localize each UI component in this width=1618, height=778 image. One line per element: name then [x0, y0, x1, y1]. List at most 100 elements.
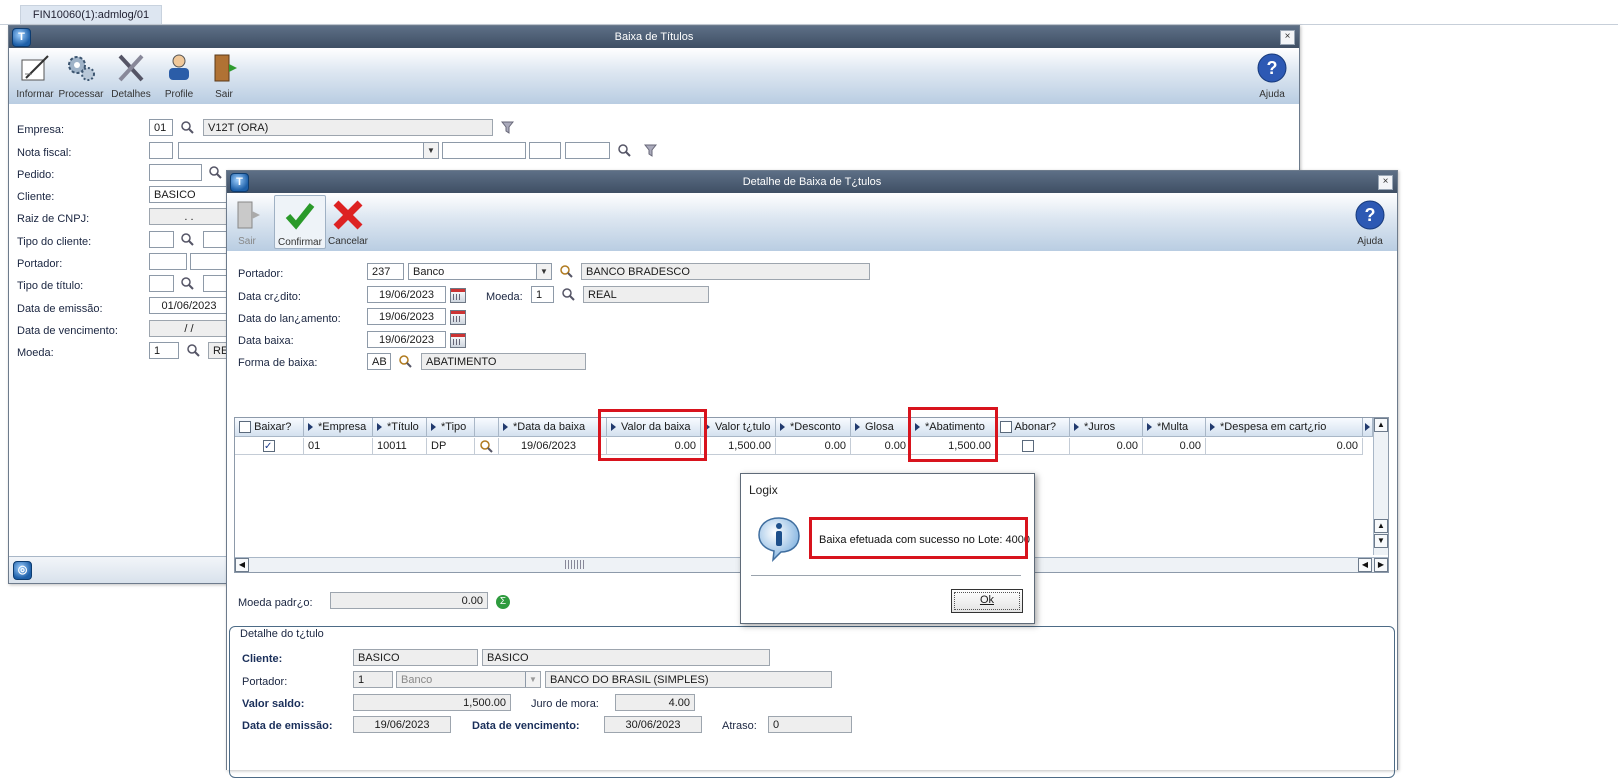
- search-icon[interactable]: [618, 144, 631, 157]
- processar-button[interactable]: Processar: [55, 52, 107, 100]
- portador-code-field[interactable]: [149, 253, 187, 270]
- detail-portador-tipo-combo[interactable]: Banco ▼: [408, 263, 552, 280]
- search-icon[interactable]: [181, 233, 194, 246]
- col-valor-titulo[interactable]: Valor t¿tulo: [701, 418, 776, 437]
- calendar-icon[interactable]: [450, 333, 466, 348]
- nota-fiscal-serie-field[interactable]: [149, 142, 173, 159]
- data-emissao-field[interactable]: 01/06/2023: [149, 297, 229, 314]
- cell-multa[interactable]: 0.00: [1143, 438, 1206, 455]
- search-icon[interactable]: [399, 355, 412, 368]
- ok-button[interactable]: Ok: [951, 589, 1023, 613]
- cell-desconto[interactable]: 0.00: [776, 438, 851, 455]
- cell-tipo[interactable]: DP: [427, 438, 475, 455]
- detail-ajuda-button[interactable]: ? Ajuda: [1344, 199, 1396, 247]
- nota-fiscal-combo[interactable]: ▼: [178, 142, 439, 159]
- tipo-titulo-field[interactable]: [149, 275, 174, 292]
- col-juros[interactable]: *Juros: [1070, 418, 1143, 437]
- col-despesa[interactable]: *Despesa em cart¿rio: [1206, 418, 1363, 437]
- cell-titulo[interactable]: 10011: [373, 438, 427, 455]
- cell-baixar[interactable]: [235, 438, 304, 455]
- portador-tipo-field[interactable]: [190, 253, 229, 270]
- search-icon[interactable]: [560, 265, 573, 278]
- confirmar-button[interactable]: Confirmar: [274, 195, 326, 249]
- scroll-up-icon[interactable]: ▲: [1374, 519, 1388, 533]
- scroll-down-icon[interactable]: ▼: [1374, 534, 1388, 548]
- data-credito-label: Data cr¿dito:: [238, 291, 301, 303]
- cell-despesa[interactable]: 0.00: [1206, 438, 1363, 455]
- close-icon[interactable]: ×: [1280, 30, 1295, 45]
- sum-icon[interactable]: Σ: [496, 595, 510, 609]
- calendar-icon[interactable]: [450, 310, 466, 325]
- detalhes-label: Detalhes: [111, 89, 151, 100]
- session-tab[interactable]: FIN10060(1):admlog/01: [20, 5, 162, 25]
- col-baixar[interactable]: Baixar?: [235, 418, 304, 437]
- dt-portador-nome-field: BANCO DO BRASIL (SIMPLES): [545, 671, 832, 688]
- abonar-all-checkbox[interactable]: [1000, 421, 1012, 434]
- scroll-right-icon[interactable]: ◀: [1358, 558, 1372, 572]
- check-icon: [285, 203, 315, 230]
- data-lancamento-field[interactable]: 19/06/2023: [367, 308, 446, 325]
- cell-valor-titulo[interactable]: 1,500.00: [701, 438, 776, 455]
- moeda-label: Moeda:: [17, 347, 54, 359]
- chevron-down-icon[interactable]: ▼: [536, 264, 551, 279]
- col-desconto[interactable]: *Desconto: [776, 418, 851, 437]
- col-multa[interactable]: *Multa: [1143, 418, 1206, 437]
- nota-fiscal-extra1-field[interactable]: [529, 142, 561, 159]
- ajuda-button[interactable]: ? Ajuda: [1246, 52, 1298, 100]
- cell-data-baixa[interactable]: 19/06/2023: [499, 438, 607, 455]
- scroll-thumb[interactable]: [565, 560, 585, 569]
- scroll-up-icon[interactable]: ▲: [1374, 418, 1388, 432]
- pedido-field[interactable]: [149, 164, 202, 181]
- forma-baixa-code-field[interactable]: AB: [367, 353, 391, 370]
- cell-abonar[interactable]: [996, 438, 1070, 455]
- calendar-icon[interactable]: [450, 288, 466, 303]
- data-baixa-field[interactable]: 19/06/2023: [367, 331, 446, 348]
- grid-vertical-scrollbar[interactable]: ▲ ▲ ▼: [1373, 418, 1388, 555]
- moeda-code-field[interactable]: 1: [149, 342, 179, 359]
- close-icon[interactable]: ×: [1378, 175, 1393, 190]
- globe-icon[interactable]: ◎: [13, 561, 32, 580]
- scroll-right-icon[interactable]: ▶: [1374, 558, 1388, 572]
- sair-button[interactable]: Sair: [198, 52, 250, 100]
- data-vencimento-field[interactable]: / /: [149, 320, 229, 337]
- search-icon[interactable]: [187, 344, 200, 357]
- search-icon[interactable]: [562, 288, 575, 301]
- search-icon[interactable]: [181, 277, 194, 290]
- select-all-checkbox[interactable]: [239, 421, 251, 434]
- informar-button[interactable]: Informar: [9, 52, 61, 100]
- tipo-cliente-field[interactable]: [149, 231, 174, 248]
- col-abonar[interactable]: Abonar?: [996, 418, 1070, 437]
- cliente-field[interactable]: BASICO: [149, 186, 229, 203]
- col-glosa[interactable]: Glosa: [851, 418, 911, 437]
- cell-juros[interactable]: 0.00: [1070, 438, 1143, 455]
- cancelar-button[interactable]: Cancelar: [322, 199, 374, 247]
- raiz-cnpj-field[interactable]: . .: [149, 208, 229, 225]
- scroll-left-icon[interactable]: ◀: [235, 558, 249, 572]
- baixar-checkbox[interactable]: [263, 438, 275, 454]
- col-data-baixa[interactable]: *Data da baixa: [499, 418, 607, 437]
- col-tipo[interactable]: *Tipo: [427, 418, 475, 437]
- detalhes-button[interactable]: Detalhes: [105, 52, 157, 100]
- cell-glosa[interactable]: 0.00: [851, 438, 911, 455]
- data-credito-field[interactable]: 19/06/2023: [367, 286, 446, 303]
- chevron-down-icon[interactable]: ▼: [423, 143, 438, 158]
- cell-lookup[interactable]: [475, 438, 499, 455]
- data-lancamento-label: Data do lan¿amento:: [238, 313, 341, 325]
- empresa-code-field[interactable]: 01: [149, 119, 173, 136]
- nota-fiscal-extra2-field[interactable]: [565, 142, 610, 159]
- sort-arrow-icon: [855, 423, 860, 432]
- nota-fiscal-numero-field[interactable]: [442, 142, 526, 159]
- abonar-checkbox[interactable]: [1022, 440, 1034, 453]
- filter-icon[interactable]: [644, 144, 657, 157]
- detail-sair-button[interactable]: Sair: [221, 199, 273, 247]
- search-icon[interactable]: [181, 121, 194, 134]
- col-empresa[interactable]: *Empresa: [304, 418, 373, 437]
- detail-portador-code-field[interactable]: 237: [367, 263, 404, 280]
- cell-empresa[interactable]: 01: [304, 438, 373, 455]
- search-icon[interactable]: [480, 440, 493, 453]
- detail-moeda-code-field[interactable]: 1: [531, 286, 554, 303]
- filter-icon[interactable]: [501, 121, 514, 134]
- detail-portador-label: Portador:: [238, 268, 284, 280]
- col-titulo[interactable]: *Título: [373, 418, 427, 437]
- search-icon[interactable]: [209, 166, 222, 179]
